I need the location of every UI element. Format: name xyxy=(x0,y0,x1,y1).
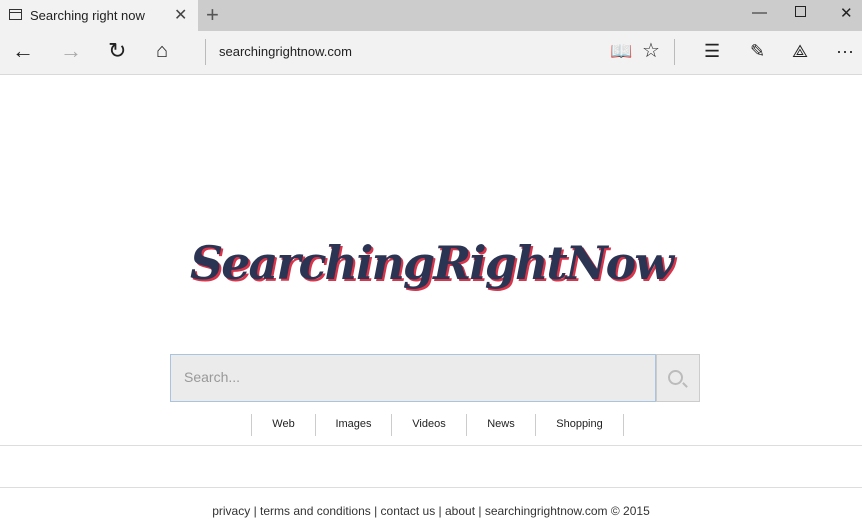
divider xyxy=(674,39,675,65)
browser-tab[interactable]: Searching right now ✕ xyxy=(0,0,198,31)
star-icon[interactable]: ☆ xyxy=(642,39,660,63)
new-tab-button[interactable]: + xyxy=(206,2,219,28)
more-icon[interactable]: ··· xyxy=(836,39,854,63)
share-icon[interactable]: ⟁ xyxy=(792,39,808,63)
maximize-icon[interactable] xyxy=(795,6,806,17)
close-tab-icon[interactable]: ✕ xyxy=(174,5,187,25)
category-web[interactable]: Web xyxy=(252,414,316,436)
footer-links[interactable]: privacy | terms and conditions | contact… xyxy=(0,504,862,518)
forward-icon[interactable]: → xyxy=(60,39,82,63)
close-window-icon[interactable]: ✕ xyxy=(840,4,853,22)
search-button[interactable] xyxy=(656,354,700,402)
divider xyxy=(0,445,862,446)
divider xyxy=(205,39,206,65)
search-input[interactable]: Search... xyxy=(170,354,656,402)
category-shopping[interactable]: Shopping xyxy=(536,414,624,436)
category-images[interactable]: Images xyxy=(316,414,392,436)
search-categories: Web Images Videos News Shopping xyxy=(251,414,624,436)
back-icon[interactable]: ← xyxy=(12,39,34,63)
tab-page-icon xyxy=(9,9,22,20)
note-icon[interactable]: ✎ xyxy=(750,39,765,63)
address-bar[interactable]: searchingrightnow.com xyxy=(219,44,352,59)
navigation-bar: ← → ↻ ⌂ searchingrightnow.com 📖 ☆ ☰ ✎ ⟁ … xyxy=(0,31,862,75)
hub-icon[interactable]: ☰ xyxy=(704,39,720,63)
category-news[interactable]: News xyxy=(467,414,536,436)
category-videos[interactable]: Videos xyxy=(392,414,467,436)
tab-bar: Searching right now ✕ + — ✕ xyxy=(0,0,862,31)
refresh-icon[interactable]: ↻ xyxy=(108,39,126,63)
minimize-icon[interactable]: — xyxy=(752,4,767,21)
reading-view-icon[interactable]: 📖 xyxy=(610,39,632,63)
logo: SearchingRightNow xyxy=(190,236,674,290)
divider xyxy=(0,487,862,488)
tab-title: Searching right now xyxy=(30,8,145,23)
search-icon xyxy=(668,370,683,385)
home-icon[interactable]: ⌂ xyxy=(156,39,168,63)
